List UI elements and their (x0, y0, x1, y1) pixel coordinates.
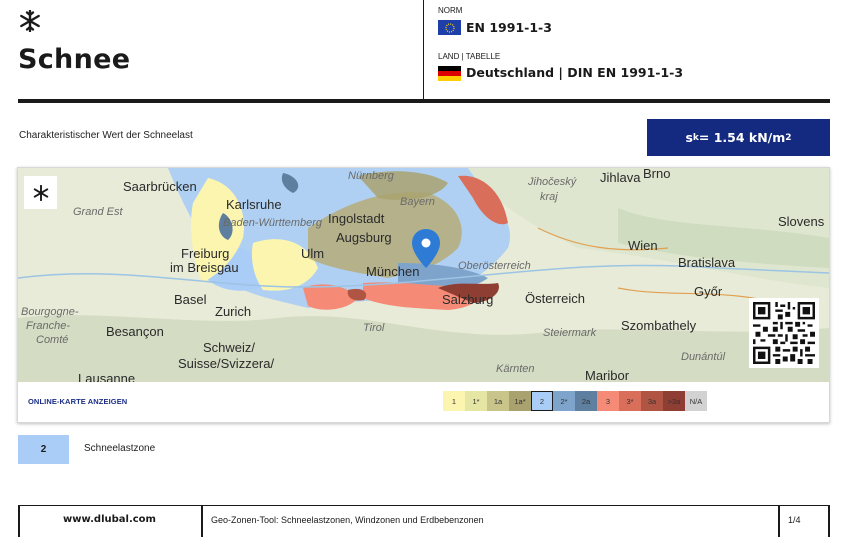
map-card: Saarbrücken Grand Est Karlsruhe Baden-Wü… (17, 167, 830, 423)
snow-zone-legend: 1 1* 1a 1a* 2 2* 2a 3 3* 3a >3a N/A (443, 391, 707, 411)
map-label-jihlava: Jihlava (600, 170, 641, 185)
map-label-kraj: kraj (540, 191, 558, 203)
legend-cell: 3a (641, 391, 663, 411)
snow-zone-badge: 2 (18, 435, 69, 464)
map-label-slovens: Slovens (778, 214, 825, 229)
legend-cell: 3* (619, 391, 641, 411)
germany-flag-icon (438, 66, 461, 81)
map-label-muenchen: München (366, 264, 420, 279)
snow-zone-map[interactable]: Saarbrücken Grand Est Karlsruhe Baden-Wü… (18, 168, 829, 382)
map-label-nuernberg: Nürnberg (348, 170, 394, 182)
snow-zone-label: Schneelastzone (84, 443, 156, 454)
header-rule (18, 99, 830, 103)
qr-code (749, 298, 819, 368)
map-label-ingolstadt: Ingolstadt (328, 211, 385, 226)
sk-value: = 1.54 kN/m (698, 130, 786, 145)
legend-cell: 2a (575, 391, 597, 411)
map-label-gyor: Győr (694, 284, 723, 299)
map-label-zurich: Zurich (215, 304, 252, 319)
footer-separator (828, 506, 830, 537)
map-label-basel: Basel (174, 292, 207, 307)
map-label-steiermark: Steiermark (543, 327, 597, 339)
map-label-bratislava: Bratislava (678, 255, 736, 270)
legend-cell: N/A (685, 391, 707, 411)
legend-cell: 3 (597, 391, 619, 411)
map-label-dunantul: Dunántúl (681, 351, 726, 363)
footer-description: Geo-Zonen-Tool: Schneelastzonen, Windzon… (211, 515, 484, 525)
norm-label: NORM (438, 6, 463, 15)
map-snowflake-icon (24, 176, 57, 209)
footer-separator (778, 506, 780, 537)
sk-symbol: s (685, 130, 693, 145)
map-label-szombathely: Szombathely (621, 318, 697, 333)
footer-page-number: 1/4 (788, 515, 801, 525)
legend-cell: 1* (465, 391, 487, 411)
map-label-saarbruecken: Saarbrücken (123, 179, 197, 194)
map-label-maribor: Maribor (585, 368, 630, 382)
map-label-lausanne: Lausanne (78, 371, 136, 382)
legend-cell: >3a (663, 391, 685, 411)
map-label-oberoesterreich: Oberösterreich (458, 260, 531, 272)
map-label-jihocesky: Jihočeský (528, 176, 577, 188)
footer-site[interactable]: www.dlubal.com (18, 514, 201, 525)
characteristic-label: Charakteristischer Wert der Schneelast (19, 130, 193, 141)
map-label-besancon: Besançon (106, 324, 164, 339)
legend-cell: 1a (487, 391, 509, 411)
map-label-freiburg: Freiburg (181, 246, 230, 261)
legend-cell: 1 (443, 391, 465, 411)
map-label-brno: Brno (643, 168, 671, 181)
footer-separator (201, 506, 203, 537)
land-label: LAND | TABELLE (438, 52, 501, 61)
map-label-salzburg: Salzburg (442, 292, 494, 307)
map-label-franche: Franche- (26, 320, 71, 332)
map-legend-bar: ONLINE-KARTE ANZEIGEN 1 1* 1a 1a* 2 2* 2a 3 3* 3a… (18, 382, 829, 422)
map-label-bayern: Bayern (400, 196, 435, 208)
legend-cell: 1a* (509, 391, 531, 411)
map-label-bourgogne: Bourgogne- (21, 306, 79, 318)
map-label-bw: Baden-Württemberg (223, 217, 323, 229)
page-footer: www.dlubal.com Geo-Zonen-Tool: Schneelas… (18, 505, 830, 537)
map-label-oesterreich: Österreich (525, 291, 585, 306)
map-label-karlsruhe: Karlsruhe (226, 197, 282, 212)
map-label-schweiz: Schweiz/ (203, 340, 256, 355)
map-label-im-breisgau: im Breisgau (170, 260, 239, 275)
map-label-grand-est: Grand Est (73, 206, 123, 218)
eu-flag-icon (438, 20, 461, 35)
map-label-wien: Wien (628, 238, 658, 253)
legend-cell: 2 (531, 391, 553, 411)
online-map-link[interactable]: ONLINE-KARTE ANZEIGEN (28, 397, 127, 406)
land-value: Deutschland | DIN EN 1991-1-3 (466, 65, 684, 80)
norm-value: EN 1991-1-3 (466, 20, 552, 35)
map-label-augsburg: Augsburg (336, 230, 392, 245)
map-label-ulm: Ulm (301, 246, 325, 261)
snowflake-icon (19, 9, 41, 33)
map-label-comte: Comté (36, 334, 69, 346)
header-divider (423, 0, 424, 102)
map-label-suisse: Suisse/Svizzera/ (178, 356, 275, 371)
map-label-kaernten: Kärnten (496, 363, 535, 375)
legend-cell: 2* (553, 391, 575, 411)
qr-code-icon (753, 302, 815, 364)
sk-unit-exponent: 2 (785, 132, 792, 143)
page-title: Schnee (18, 44, 131, 75)
characteristic-value-box: sk = 1.54 kN/m 2 (647, 119, 830, 156)
map-label-tirol: Tirol (363, 322, 385, 334)
